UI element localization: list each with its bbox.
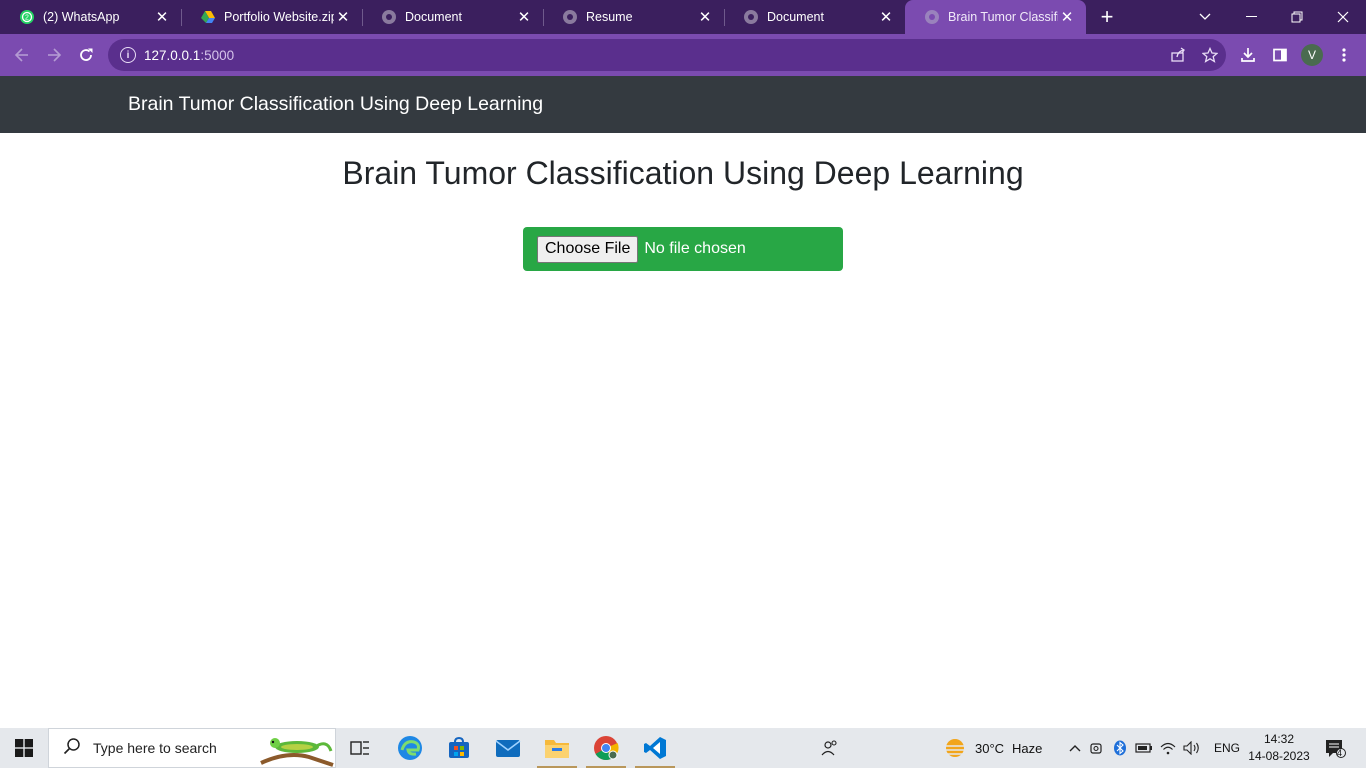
close-tab-icon[interactable]: ✕ bbox=[334, 8, 352, 26]
tab-search-chevron-icon[interactable] bbox=[1182, 0, 1228, 34]
address-host: 127.0.0.1 bbox=[144, 47, 201, 63]
download-icon[interactable] bbox=[1232, 39, 1264, 71]
meet-now-icon[interactable] bbox=[1084, 740, 1108, 756]
file-explorer-icon[interactable] bbox=[533, 728, 581, 768]
side-panel-icon[interactable] bbox=[1264, 39, 1296, 71]
address-bar[interactable]: i 127.0.0.1:5000 bbox=[108, 39, 1226, 71]
close-tab-icon[interactable]: ✕ bbox=[515, 8, 533, 26]
start-button[interactable] bbox=[0, 728, 48, 768]
site-info-icon[interactable]: i bbox=[120, 47, 136, 63]
haze-sun-icon bbox=[946, 739, 964, 757]
globe-icon bbox=[562, 9, 578, 25]
windows-logo-icon bbox=[15, 739, 33, 757]
reload-button[interactable] bbox=[70, 39, 102, 71]
tab-brain-tumor[interactable]: Brain Tumor Classifica ✕ bbox=[905, 0, 1086, 34]
task-view-icon[interactable] bbox=[336, 728, 384, 768]
tab-title: Portfolio Website.zip - bbox=[224, 10, 334, 24]
google-drive-icon bbox=[200, 9, 216, 25]
avatar: V bbox=[1301, 44, 1323, 66]
vscode-icon[interactable] bbox=[631, 728, 679, 768]
choose-file-button[interactable]: Choose File bbox=[537, 235, 639, 263]
language-indicator[interactable]: ENG bbox=[1214, 741, 1240, 755]
tab-document-2[interactable]: Document ✕ bbox=[724, 0, 905, 34]
tab-document-1[interactable]: Document ✕ bbox=[362, 0, 543, 34]
new-tab-button[interactable]: + bbox=[1086, 0, 1128, 34]
close-window-button[interactable] bbox=[1320, 0, 1366, 34]
profile-button[interactable]: V bbox=[1296, 39, 1328, 71]
globe-icon bbox=[743, 9, 759, 25]
file-status-label: No file chosen bbox=[644, 240, 746, 257]
globe-icon bbox=[924, 9, 940, 25]
whatsapp-icon: 2 bbox=[19, 9, 35, 25]
clock-time: 14:32 bbox=[1263, 732, 1295, 746]
minimize-button[interactable] bbox=[1228, 0, 1274, 34]
tab-resume[interactable]: Resume ✕ bbox=[543, 0, 724, 34]
chevron-up-icon[interactable] bbox=[1066, 744, 1084, 752]
volume-icon[interactable] bbox=[1180, 741, 1204, 755]
globe-icon bbox=[381, 9, 397, 25]
weather-condition: Haze bbox=[1012, 740, 1043, 756]
forward-button[interactable] bbox=[38, 39, 70, 71]
bookmark-star-icon[interactable] bbox=[1194, 39, 1226, 71]
address-port: :5000 bbox=[200, 47, 235, 63]
tab-portfolio[interactable]: Portfolio Website.zip - ✕ bbox=[181, 0, 362, 34]
restore-button[interactable] bbox=[1274, 0, 1320, 34]
battery-icon[interactable] bbox=[1132, 742, 1156, 754]
bluetooth-icon[interactable] bbox=[1108, 740, 1132, 756]
tab-title: Resume bbox=[586, 10, 633, 24]
site-navbar: Brain Tumor Classification Using Deep Le… bbox=[0, 76, 1366, 133]
clock[interactable]: 14:32 14-08-2023 bbox=[1245, 731, 1313, 765]
menu-kebab-icon[interactable] bbox=[1328, 39, 1360, 71]
page-title: Brain Tumor Classification Using Deep Le… bbox=[342, 155, 1024, 191]
close-tab-icon[interactable]: ✕ bbox=[153, 8, 171, 26]
search-placeholder: Type here to search bbox=[93, 740, 217, 756]
browser-toolbar: i 127.0.0.1:5000 V bbox=[0, 34, 1366, 76]
taskbar-search-input[interactable]: Type here to search bbox=[48, 728, 336, 768]
navbar-brand[interactable]: Brain Tumor Classification Using Deep Le… bbox=[128, 93, 543, 116]
tab-title: Brain Tumor Classifica bbox=[948, 10, 1058, 24]
toolbar-right: V bbox=[1232, 39, 1360, 71]
weather-widget[interactable]: 30°C Haze bbox=[944, 728, 1042, 768]
mail-icon[interactable] bbox=[484, 728, 532, 768]
store-icon[interactable] bbox=[435, 728, 483, 768]
close-tab-icon[interactable]: ✕ bbox=[696, 8, 714, 26]
tab-title: Document bbox=[767, 10, 824, 24]
people-icon[interactable] bbox=[806, 728, 854, 768]
file-upload-field[interactable]: Choose File No file chosen bbox=[523, 227, 843, 271]
tab-strip: 2 (2) WhatsApp ✕ Portfolio Website.zip -… bbox=[0, 0, 1366, 34]
windows-taskbar: Type here to search 30°C Haze ENG 14:32 … bbox=[0, 728, 1366, 768]
search-icon bbox=[63, 737, 81, 760]
chrome-icon[interactable] bbox=[582, 728, 630, 768]
wifi-icon[interactable] bbox=[1156, 741, 1180, 755]
search-highlight-lizard-icon bbox=[260, 738, 334, 767]
back-button[interactable] bbox=[6, 39, 38, 71]
tab-whatsapp[interactable]: 2 (2) WhatsApp ✕ bbox=[0, 0, 181, 34]
close-tab-icon[interactable]: ✕ bbox=[877, 8, 895, 26]
edge-icon[interactable] bbox=[386, 728, 434, 768]
tab-title: Document bbox=[405, 10, 462, 24]
clock-date: 14-08-2023 bbox=[1248, 749, 1310, 763]
weather-temp: 30°C bbox=[975, 740, 1005, 756]
svg-text:2: 2 bbox=[25, 15, 29, 22]
system-tray: ENG bbox=[1066, 728, 1240, 768]
notification-count: 4 bbox=[1337, 748, 1343, 758]
close-tab-icon[interactable]: ✕ bbox=[1058, 8, 1076, 26]
tab-title: (2) WhatsApp bbox=[43, 10, 120, 24]
share-icon[interactable] bbox=[1162, 39, 1194, 71]
address-bar-actions bbox=[1162, 39, 1226, 71]
notification-center-icon[interactable]: 4 bbox=[1312, 728, 1358, 768]
